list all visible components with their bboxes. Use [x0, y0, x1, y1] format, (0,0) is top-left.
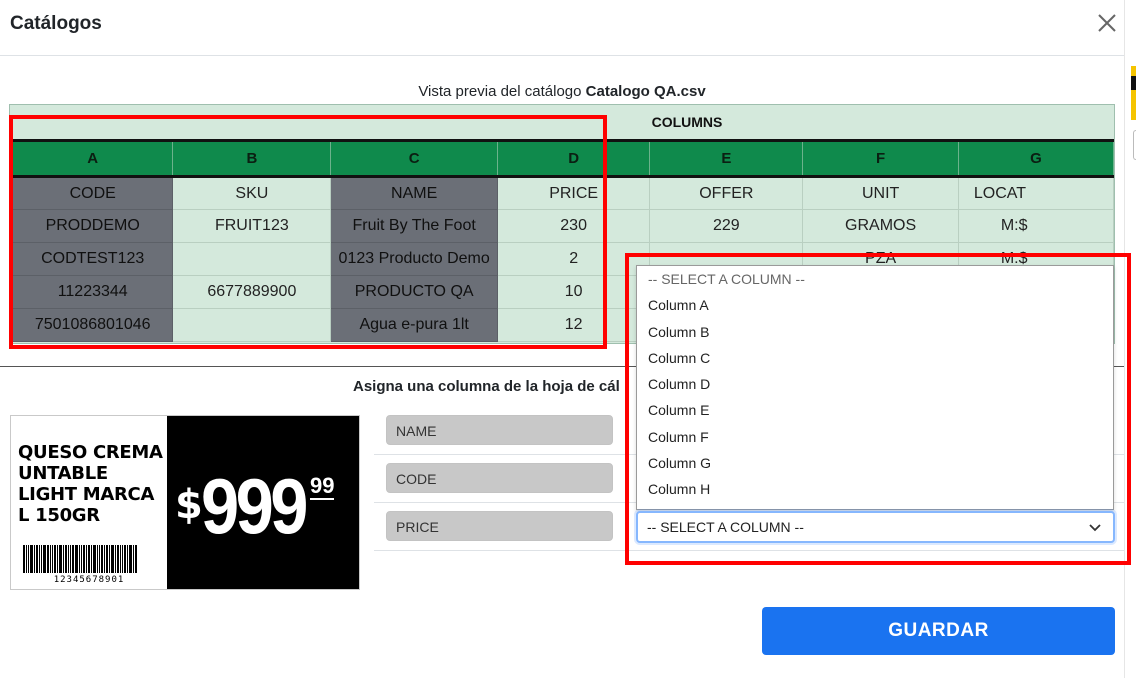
dropdown-option-column-b[interactable]: Column B	[637, 319, 1113, 345]
table-cell: PRICE	[497, 176, 651, 210]
preview-file-name: Catalogo QA.csv	[585, 83, 706, 100]
price-tag-currency: $	[175, 482, 203, 528]
field-label-name[interactable]: NAME	[386, 415, 613, 445]
background-page-edge	[1124, 0, 1136, 678]
table-cell: 0123 Producto Demo	[330, 242, 498, 276]
price-tag-info: QUESO CREMA UNTABLE LIGHT MARCA L 150GR …	[11, 416, 167, 589]
barcode-number: 12345678901	[53, 575, 125, 585]
save-button[interactable]: GUARDAR	[762, 607, 1115, 655]
dropdown-option-column-c[interactable]: Column C	[637, 345, 1113, 371]
table-cell: 7501086801046	[13, 308, 174, 342]
preview-caption: Vista previa del catálogo Catalogo QA.cs…	[0, 83, 1124, 100]
table-cell: Agua e-pura 1lt	[330, 308, 498, 342]
column-header: E	[649, 139, 804, 178]
column-header: F	[802, 139, 959, 178]
modal-title: Catálogos	[10, 13, 102, 34]
column-header: C	[330, 139, 498, 178]
dropdown-option-column-g[interactable]: Column G	[637, 450, 1113, 476]
table-cell: 2	[497, 242, 651, 276]
dropdown-option-column-d[interactable]: Column D	[637, 371, 1113, 397]
close-icon	[1098, 14, 1116, 32]
select-current-value: -- SELECT A COLUMN --	[647, 519, 804, 535]
dropdown-option-column-f[interactable]: Column F	[637, 424, 1113, 450]
chevron-down-icon	[1089, 524, 1101, 532]
column-header-row: A B C D E F G	[13, 139, 1114, 178]
table-cell: CODTEST123	[13, 242, 174, 276]
price-tag-product-name: QUESO CREMA UNTABLE LIGHT MARCA L 150GR	[18, 442, 163, 526]
table-cell: Fruit By The Foot	[330, 209, 498, 243]
dropdown-option-column-a[interactable]: Column A	[637, 292, 1113, 318]
column-header: A	[13, 139, 174, 178]
price-tag-price: 999	[201, 462, 308, 550]
table-cell: 10	[497, 275, 651, 309]
modal-header: Catálogos	[0, 0, 1124, 56]
table-cell: GRAMOS	[802, 209, 959, 243]
table-cell	[172, 308, 332, 342]
table-row: CODE SKU NAME PRICE OFFER UNIT LOCAT	[13, 176, 1114, 210]
table-cell	[172, 242, 332, 276]
table-cell: 12	[497, 308, 651, 342]
table-cell: 11223344	[13, 275, 174, 309]
table-cell: 6677889900	[172, 275, 332, 309]
table-cell: PRODUCTO QA	[330, 275, 498, 309]
field-label-price[interactable]: PRICE	[386, 511, 613, 541]
column-header: B	[172, 139, 332, 178]
table-cell: SKU	[172, 176, 332, 210]
column-header: G	[958, 139, 1114, 178]
table-cell: OFFER	[649, 176, 804, 210]
table-row: PRODDEMO FRUIT123 Fruit By The Foot 230 …	[13, 209, 1114, 243]
table-cell: NAME	[330, 176, 498, 210]
preview-caption-prefix: Vista previa del catálogo	[418, 83, 582, 100]
close-button[interactable]	[1096, 12, 1118, 36]
table-cell: 229	[649, 209, 804, 243]
assign-instruction: Asigna una columna de la hoja de cál	[353, 378, 620, 395]
dropdown-option-column-h[interactable]: Column H	[637, 476, 1113, 502]
dropdown-option-placeholder[interactable]: -- SELECT A COLUMN --	[637, 266, 1113, 292]
table-cell: LOCAT	[958, 176, 1114, 210]
dropdown-option-column-e[interactable]: Column E	[637, 397, 1113, 423]
column-dropdown-list: -- SELECT A COLUMN -- Column A Column B …	[636, 265, 1114, 510]
field-label-code[interactable]: CODE	[386, 463, 613, 493]
table-cell: PRODDEMO	[13, 209, 174, 243]
columns-label: COLUMNS	[651, 114, 723, 130]
column-header: D	[497, 139, 651, 178]
table-cell: 230	[497, 209, 651, 243]
table-cell: FRUIT123	[172, 209, 332, 243]
column-select-price[interactable]: -- SELECT A COLUMN --	[636, 511, 1115, 543]
price-tag-cents: 99	[310, 473, 335, 500]
table-cell: CODE	[13, 176, 174, 210]
price-tag-preview: QUESO CREMA UNTABLE LIGHT MARCA L 150GR …	[10, 415, 360, 590]
barcode-icon	[23, 545, 156, 573]
table-cell: M:$	[958, 209, 1114, 243]
table-cell: UNIT	[802, 176, 959, 210]
price-tag-price-block: $ 999 99	[167, 416, 359, 589]
